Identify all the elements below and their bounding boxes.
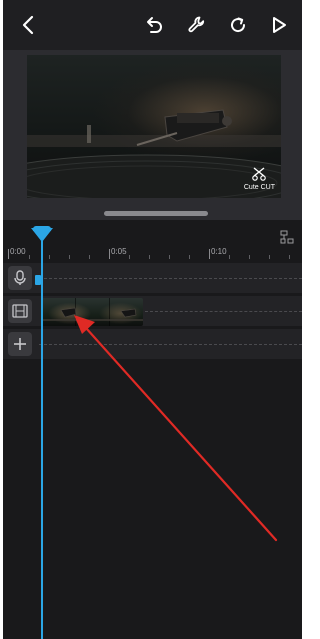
video-preview-area: Cute CUT: [3, 50, 302, 220]
video-preview[interactable]: Cute CUT: [27, 55, 281, 198]
playhead-line[interactable]: [41, 238, 43, 639]
video-editor-app: Cute CUT 0:00 0:05 0:10: [3, 0, 302, 639]
plus-icon[interactable]: [8, 332, 32, 356]
time-ruler[interactable]: 0:00 0:05 0:10: [3, 240, 302, 262]
playhead-handle[interactable]: [31, 228, 53, 242]
ruler-label-0: 0:00: [10, 247, 26, 256]
scissors-icon: [252, 167, 267, 181]
add-track-row: [3, 329, 302, 359]
watermark: Cute CUT: [244, 167, 275, 192]
undo-icon[interactable]: [141, 12, 167, 38]
back-icon[interactable]: [15, 12, 41, 38]
watermark-label: Cute CUT: [243, 184, 275, 191]
top-toolbar: [3, 0, 302, 50]
play-icon[interactable]: [266, 12, 292, 38]
film-icon[interactable]: [8, 299, 32, 323]
clip-thumbnail: [41, 307, 143, 321]
ruler-label-1: 0:05: [111, 247, 127, 256]
ruler-label-2: 0:10: [211, 247, 227, 256]
video-clip[interactable]: [41, 298, 143, 326]
preview-resize-handle[interactable]: [104, 211, 208, 216]
wrench-icon[interactable]: [184, 12, 210, 38]
audio-track-row: [3, 263, 302, 293]
redo-icon[interactable]: [225, 12, 251, 38]
microphone-icon[interactable]: [8, 266, 32, 290]
